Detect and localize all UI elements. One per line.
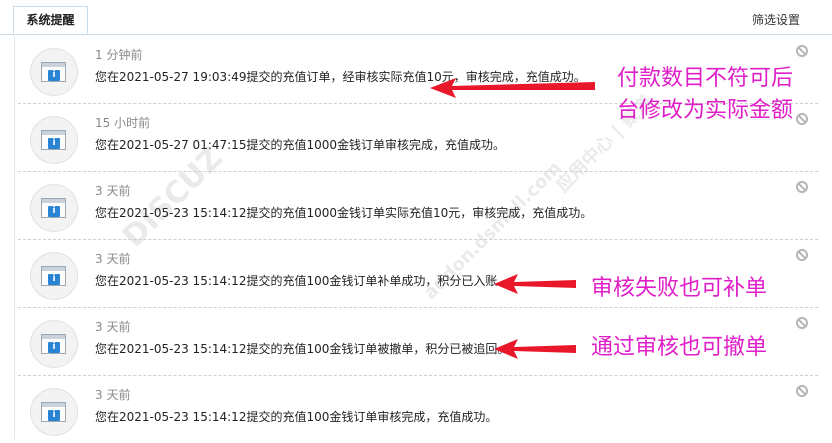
notification-message: 您在2021-05-23 15:14:12提交的充值100金钱订单审核完成，充值… <box>95 410 498 424</box>
delete-icon[interactable] <box>796 317 808 329</box>
filter-settings-link[interactable]: 筛选设置 <box>752 11 800 28</box>
delete-icon[interactable] <box>796 181 808 193</box>
left-border <box>14 34 15 439</box>
notification-item: i 3 天前 您在2021-05-23 15:14:12提交的充值100金钱订单… <box>18 376 818 443</box>
annotation-arrow <box>494 339 576 359</box>
annotation-note: 审核失败也可补单 <box>591 276 768 301</box>
annotation-note: 通过审核也可撤单 <box>591 335 768 360</box>
notification-time: 3 天前 <box>95 184 131 198</box>
notification-time: 3 天前 <box>95 252 131 266</box>
notification-time: 1 分钟前 <box>95 48 143 62</box>
annotation-arrow <box>430 78 595 98</box>
notification-message: 您在2021-05-23 15:14:12提交的充值1000金钱订单实际充值10… <box>95 206 593 220</box>
tab-system-notice[interactable]: 系统提醒 <box>13 6 88 34</box>
system-notice-icon: i <box>30 320 78 368</box>
notification-time: 3 天前 <box>95 320 131 334</box>
system-notice-icon: i <box>30 48 78 96</box>
delete-icon[interactable] <box>796 45 808 57</box>
system-notice-icon: i <box>30 388 78 436</box>
system-notice-icon: i <box>30 252 78 300</box>
delete-icon[interactable] <box>796 113 808 125</box>
annotation-note: 付款数目不符可后 <box>617 66 794 91</box>
notification-time: 15 小时前 <box>95 116 151 130</box>
notification-message: 您在2021-05-23 15:14:12提交的充值100金钱订单补单成功，积分… <box>95 274 510 288</box>
system-notice-icon: i <box>30 184 78 232</box>
delete-icon[interactable] <box>796 385 808 397</box>
notification-message: 您在2021-05-23 15:14:12提交的充值100金钱订单被撤单，积分已… <box>95 342 510 356</box>
notification-item: i 3 天前 您在2021-05-23 15:14:12提交的充值1000金钱订… <box>18 172 818 240</box>
system-notice-icon: i <box>30 116 78 164</box>
delete-icon[interactable] <box>796 249 808 261</box>
tab-bar: 系统提醒 筛选设置 <box>0 0 832 35</box>
annotation-arrow <box>494 274 576 294</box>
notification-time: 3 天前 <box>95 388 131 402</box>
annotation-note: 台修改为实际金额 <box>617 98 794 123</box>
notification-message: 您在2021-05-27 01:47:15提交的充值1000金钱订单审核完成，充… <box>95 138 505 152</box>
